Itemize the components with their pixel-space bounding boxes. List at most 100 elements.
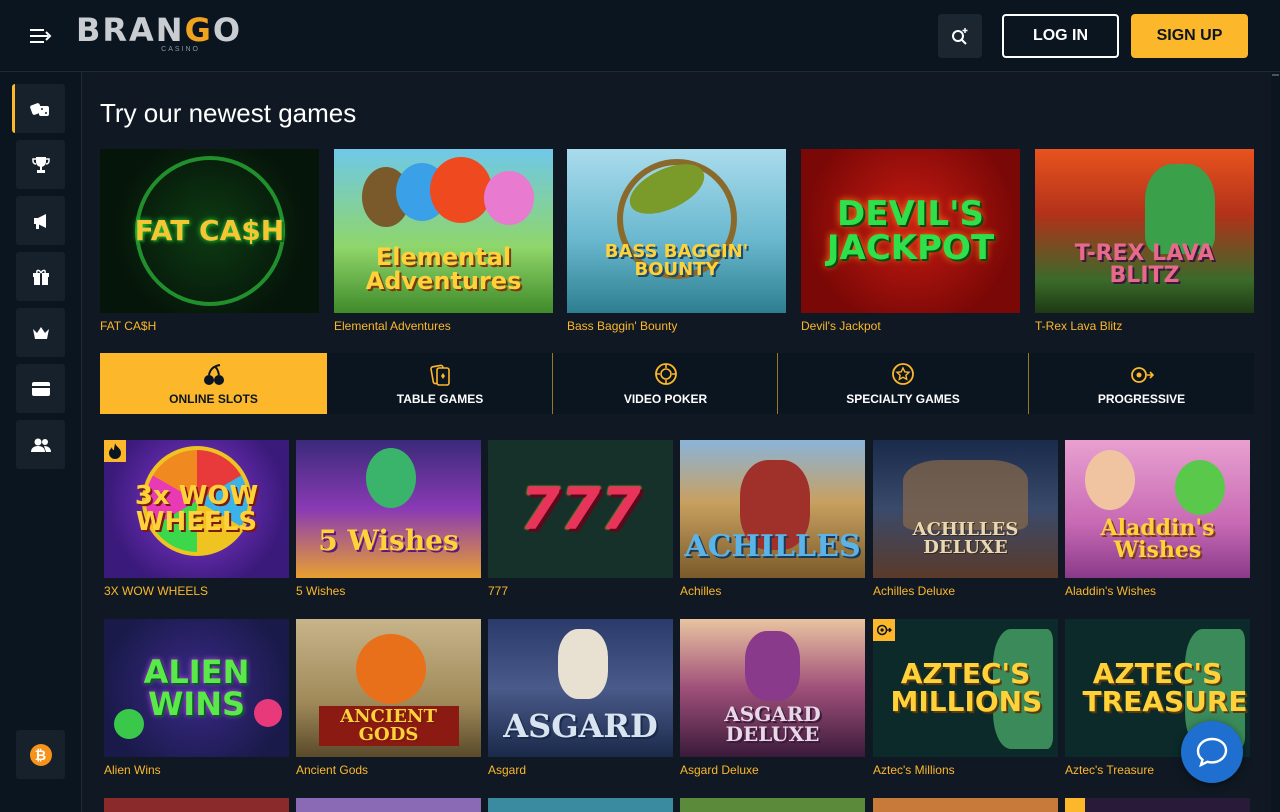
progressive-icon <box>876 624 892 636</box>
game-card[interactable]: ASGARD DELUXE Asgard Deluxe <box>680 619 865 777</box>
game-thumbnail-partial[interactable] <box>296 798 481 812</box>
game-art-title: 5 Wishes <box>318 524 459 557</box>
game-thumbnail: 5 Wishes <box>296 440 481 578</box>
game-card[interactable]: 3x WOW WHEELS 3X WOW WHEELS <box>104 440 289 598</box>
game-thumbnail: Elemental Adventures <box>334 149 553 313</box>
game-card[interactable]: ACHILLES Achilles <box>680 440 865 598</box>
sidebar-item-vip[interactable] <box>16 308 65 357</box>
game-art-title: DEVIL'S JACKPOT <box>826 194 995 268</box>
game-thumbnail: 3x WOW WHEELS <box>104 440 289 578</box>
sidebar-item-bonuses[interactable] <box>16 252 65 301</box>
game-art-title: T-REX LAVA BLITZ <box>1074 241 1215 288</box>
logo-wordmark: BRANGO <box>76 11 243 49</box>
game-card[interactable]: AZTEC'S MILLIONS Aztec's Millions <box>873 619 1058 777</box>
newest-game-card[interactable]: DEVIL'S JACKPOT Devil's Jackpot <box>801 149 1020 333</box>
sidebar-item-promotions[interactable] <box>16 196 65 245</box>
dice-icon <box>30 102 49 116</box>
game-thumbnail-partial[interactable] <box>488 798 673 812</box>
game-title: 5 Wishes <box>296 584 346 598</box>
game-art-title: ANCIENT GODS <box>318 706 459 746</box>
game-art-title: AZTEC'S TREASURE <box>1082 657 1248 718</box>
game-title: Asgard <box>488 763 527 777</box>
game-art-title: FAT CA$H <box>134 214 285 247</box>
game-title: Aztec's Millions <box>873 763 955 777</box>
thumbnail-character <box>1175 460 1225 515</box>
newest-game-card[interactable]: T-REX LAVA BLITZ T-Rex Lava Blitz <box>1035 149 1254 333</box>
thumbnail-odin <box>558 629 608 699</box>
game-thumbnail: AZTEC'S MILLIONS <box>873 619 1058 757</box>
game-title: Devil's Jackpot <box>801 319 881 333</box>
game-thumbnail-partial[interactable] <box>1065 798 1250 812</box>
crypto-button[interactable]: ₿ <box>16 730 65 779</box>
game-thumbnail-partial[interactable] <box>104 798 289 812</box>
tab-progressive[interactable]: PROGRESSIVE <box>1029 353 1254 414</box>
sidebar-item-tournaments[interactable] <box>16 140 65 189</box>
tab-label: PROGRESSIVE <box>1097 392 1186 406</box>
star-icon <box>892 363 914 385</box>
page-scrollbar[interactable] <box>1271 72 1280 812</box>
menu-toggle-button[interactable] <box>18 16 64 56</box>
game-thumbnail: ANCIENT GODS <box>296 619 481 757</box>
newest-game-card[interactable]: FAT CA$H FAT CA$H <box>100 149 319 333</box>
megaphone-icon <box>33 213 46 229</box>
brango-logo[interactable]: BRANGO CASINO <box>76 11 243 56</box>
game-thumbnail: ACHILLES <box>680 440 865 578</box>
newest-game-card[interactable]: Elemental Adventures Elemental Adventure… <box>334 149 553 333</box>
game-title: Asgard Deluxe <box>680 763 759 777</box>
fire-icon <box>109 443 121 459</box>
game-card[interactable]: Aladdin's Wishes Aladdin's Wishes <box>1065 440 1250 598</box>
game-thumbnail: 777 <box>488 440 673 578</box>
game-title: Alien Wins <box>104 763 161 777</box>
game-art-title: AZTEC'S MILLIONS <box>890 657 1043 718</box>
game-thumbnail: Aladdin's Wishes <box>1065 440 1250 578</box>
sidebar-item-banking[interactable] <box>16 364 65 413</box>
sidebar-item-refer-friend[interactable] <box>16 420 65 469</box>
search-icon <box>952 28 968 45</box>
search-button[interactable] <box>938 14 982 58</box>
thumbnail-character <box>745 631 800 701</box>
users-icon <box>30 438 51 452</box>
game-title: 777 <box>488 584 509 598</box>
game-title: 3X WOW WHEELS <box>104 584 209 598</box>
game-art-title: ASGARD <box>503 707 658 745</box>
game-card[interactable]: ANCIENT GODS Ancient Gods <box>296 619 481 777</box>
progressive-icon <box>1130 367 1154 383</box>
game-art-title: BASS BAGGIN' BOUNTY <box>604 241 749 280</box>
thumbnail-genie <box>366 448 416 508</box>
game-art-title: Elemental Adventures <box>365 243 522 295</box>
tab-table-games[interactable]: TABLE GAMES <box>327 353 553 414</box>
game-card[interactable]: 5 Wishes 5 Wishes <box>296 440 481 598</box>
game-title: Bass Baggin' Bounty <box>567 319 678 333</box>
scrollbar-thumb[interactable] <box>1272 74 1279 76</box>
game-thumbnail-partial[interactable] <box>873 798 1058 812</box>
game-art-title: ACHILLES DELUXE <box>912 519 1019 558</box>
game-title: Achilles Deluxe <box>873 584 956 598</box>
game-card[interactable]: ALIEN WINS Alien Wins <box>104 619 289 777</box>
crown-icon <box>32 326 49 339</box>
game-title: Elemental Adventures <box>334 319 451 333</box>
cherries-icon <box>203 364 224 385</box>
game-thumbnail-partial[interactable] <box>680 798 865 812</box>
tab-label: SPECIALTY GAMES <box>846 392 960 406</box>
signup-button[interactable]: SIGN UP <box>1131 14 1248 58</box>
game-art-title: 3x WOW WHEELS <box>134 481 259 537</box>
tab-online-slots[interactable]: ONLINE SLOTS <box>100 353 327 414</box>
game-title: Aladdin's Wishes <box>1065 584 1156 598</box>
game-card[interactable]: ASGARD Asgard <box>488 619 673 777</box>
game-thumbnail: ASGARD <box>488 619 673 757</box>
game-card[interactable]: 777 777 <box>488 440 673 598</box>
game-thumbnail: T-REX LAVA BLITZ <box>1035 149 1254 313</box>
login-button[interactable]: LOG IN <box>1002 14 1119 58</box>
game-category-tabs: ONLINE SLOTS TABLE GAMES VIDEO POKER SPE… <box>100 353 1254 414</box>
tab-specialty-games[interactable]: SPECIALTY GAMES <box>778 353 1028 414</box>
game-art-title: 777 <box>519 475 642 543</box>
thumbnail-character <box>430 157 492 223</box>
game-card[interactable]: ACHILLES DELUXE Achilles Deluxe <box>873 440 1058 598</box>
tab-video-poker[interactable]: VIDEO POKER <box>553 353 778 414</box>
gift-icon <box>32 269 49 285</box>
live-chat-button[interactable] <box>1181 721 1243 783</box>
trophy-icon <box>31 156 50 173</box>
newest-game-card[interactable]: BASS BAGGIN' BOUNTY Bass Baggin' Bounty <box>567 149 786 333</box>
sidebar-item-casino[interactable] <box>12 84 65 133</box>
logo-subtitle: CASINO <box>161 46 200 53</box>
